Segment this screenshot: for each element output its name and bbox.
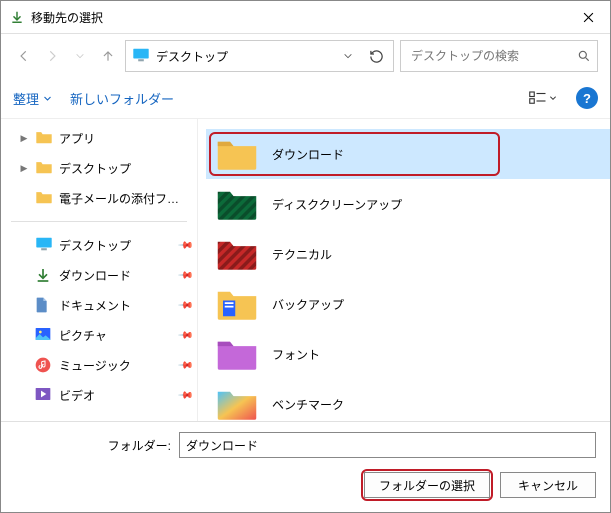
refresh-button[interactable] [363,42,389,70]
sidebar-pinned-item[interactable]: ▶ ビデオ 📌 [1,380,197,410]
forward-button[interactable] [41,42,63,70]
folder-icon [216,335,258,373]
chevron-right-icon: ▶ [19,163,29,174]
sidebar-item-label: デスクトップ [59,160,191,177]
select-folder-label: フォルダーの選択 [379,479,475,493]
desktop-icon [132,48,150,64]
search-input[interactable] [409,48,575,64]
organize-button[interactable]: 整理 [13,89,52,108]
search-icon [575,47,593,65]
new-folder-label: 新しいフォルダー [70,89,174,108]
folder-field-label: フォルダー: [15,437,171,454]
folder-icon [35,190,53,206]
cancel-label: キャンセル [518,479,578,493]
select-folder-button[interactable]: フォルダーの選択 [364,472,490,498]
item-label: テクニカル [272,246,332,263]
view-mode-button[interactable] [528,84,558,112]
body: ▶ アプリ ▶ デスクトップ ▶ 電子メールの添付ファイル ▶ デスクトップ 📌 [1,118,610,421]
sidebar-tree-item[interactable]: ▶ 電子メールの添付ファイル [1,183,197,213]
folder-icon [216,235,258,273]
download-arrow-icon [9,9,25,25]
folder-name-input[interactable] [179,432,596,458]
navbar: デスクトップ [1,34,610,78]
dialog-window: 移動先の選択 デスクトップ [0,0,611,513]
sidebar-item-label: ピクチャ [59,327,173,344]
download-icon [35,267,53,283]
sidebar-separator [11,221,187,222]
pin-icon: 📌 [177,327,193,343]
footer: フォルダー: フォルダーの選択 キャンセル [1,421,610,512]
search-box[interactable] [400,40,598,72]
recent-locations-button[interactable] [69,42,91,70]
desktop-icon [35,237,53,253]
item-label: フォント [272,346,320,363]
folder-icon [35,160,53,176]
item-label: ベンチマーク [272,396,344,413]
sidebar-item-label: デスクトップ [59,237,173,254]
sidebar-item-label: ミュージック [59,357,173,374]
sidebar-pinned-item[interactable]: ▶ ミュージック 📌 [1,350,197,380]
up-button[interactable] [97,42,119,70]
close-button[interactable] [566,1,610,33]
cancel-button[interactable]: キャンセル [500,472,596,498]
item-label: バックアップ [272,296,344,313]
sidebar-item-label: アプリ [59,130,191,147]
list-item[interactable]: バックアップ [206,279,610,329]
list-item[interactable]: フォント [206,329,610,379]
titlebar: 移動先の選択 [1,1,610,34]
sidebar-item-label: ダウンロード [59,267,173,284]
item-label: ディスククリーンアップ [272,196,402,213]
video-icon [35,387,53,403]
folder-icon [216,185,258,223]
pin-icon: 📌 [177,357,193,373]
folder-icon [216,385,258,421]
list-item[interactable]: テクニカル [206,229,610,279]
pin-icon: 📌 [177,297,193,313]
sidebar-item-label: ビデオ [59,387,173,404]
sidebar-pinned-item[interactable]: ▶ ピクチャ 📌 [1,320,197,350]
folder-icon [216,285,258,323]
folder-icon [35,130,53,146]
file-list: ダウンロード ディスククリーンアップ テクニ [198,119,610,421]
sidebar: ▶ アプリ ▶ デスクトップ ▶ 電子メールの添付ファイル ▶ デスクトップ 📌 [1,119,198,421]
toolbar: 整理 新しいフォルダー ? [1,78,610,118]
sidebar-pinned-item[interactable]: ▶ ドキュメント 📌 [1,290,197,320]
sidebar-tree-item[interactable]: ▶ アプリ [1,123,197,153]
chevron-right-icon: ▶ [19,133,29,144]
chevron-down-icon [549,94,557,102]
list-item[interactable]: ダウンロード [206,129,610,179]
sidebar-pinned-item[interactable]: ▶ デスクトップ 📌 [1,230,197,260]
document-icon [35,297,53,313]
address-bar[interactable]: デスクトップ [125,40,394,72]
new-folder-button[interactable]: 新しいフォルダー [70,89,174,108]
list-item[interactable]: ベンチマーク [206,379,610,421]
pin-icon: 📌 [177,267,193,283]
back-button[interactable] [13,42,35,70]
address-dropdown[interactable] [339,42,357,70]
music-icon [35,357,53,373]
sidebar-item-label: 電子メールの添付ファイル [59,190,191,207]
list-item[interactable]: ディスククリーンアップ [206,179,610,229]
help-button[interactable]: ? [576,87,598,109]
folder-icon [216,135,258,173]
chevron-down-icon [43,94,52,103]
pin-icon: 📌 [177,387,193,403]
sidebar-pinned-item[interactable]: ▶ ダウンロード 📌 [1,260,197,290]
folder-name-row: フォルダー: [15,432,596,458]
organize-label: 整理 [13,89,39,108]
address-text: デスクトップ [156,48,333,65]
button-row: フォルダーの選択 キャンセル [15,472,596,498]
item-label: ダウンロード [272,146,344,163]
pictures-icon [35,327,53,343]
sidebar-tree-item[interactable]: ▶ デスクトップ [1,153,197,183]
pin-icon: 📌 [177,237,193,253]
window-title: 移動先の選択 [31,9,566,26]
sidebar-item-label: ドキュメント [59,297,173,314]
